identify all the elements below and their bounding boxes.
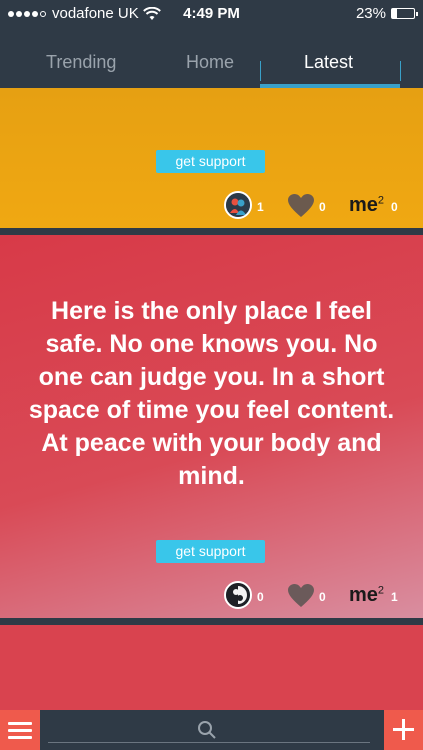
heart-count: 0	[319, 200, 326, 214]
post-feed[interactable]: get support 1 0 me2 0 Here is the only p…	[0, 88, 423, 710]
me2-label: me	[349, 194, 378, 216]
menu-button[interactable]	[0, 710, 40, 750]
post-actions: 0 0 me2 1	[0, 581, 423, 611]
heart-count: 0	[319, 590, 326, 604]
post-actions: 1 0 me2 0	[0, 191, 423, 221]
battery-icon	[391, 8, 418, 19]
battery-percentage: 23%	[355, 5, 386, 22]
avatar-count: 0	[257, 590, 264, 604]
tab-latest[interactable]: Latest	[304, 52, 353, 73]
status-bar: vodafone UK 4:49 PM 23%	[0, 0, 423, 28]
avatar-icon	[226, 193, 250, 217]
tab-trending[interactable]: Trending	[46, 52, 116, 73]
me2-label: me	[349, 584, 378, 606]
tab-bar: Trending Home Latest	[0, 28, 423, 88]
post-text: Here is the only place I feel safe. No o…	[28, 297, 395, 490]
avatar-icon	[226, 583, 250, 607]
post-card	[0, 625, 423, 710]
get-support-button[interactable]: get support	[156, 540, 265, 563]
avatar[interactable]	[224, 581, 252, 609]
me2-superscript: 2	[377, 584, 385, 597]
tab-divider	[260, 61, 261, 81]
heart-icon[interactable]	[287, 193, 315, 219]
avatar-count: 1	[257, 200, 264, 214]
search-icon[interactable]	[197, 720, 217, 740]
avatar[interactable]	[224, 191, 252, 219]
post-card: Here is the only place I feel safe. No o…	[0, 235, 423, 618]
bottom-bar	[0, 710, 423, 750]
me2-button[interactable]: me2	[349, 194, 384, 217]
me2-count: 0	[391, 200, 398, 214]
battery-fill	[392, 9, 398, 18]
add-post-button[interactable]	[384, 710, 423, 750]
get-support-button[interactable]: get support	[156, 150, 265, 173]
status-right: 23%	[355, 5, 418, 22]
me2-button[interactable]: me2	[349, 584, 384, 607]
me2-superscript: 2	[377, 194, 385, 207]
post-card: get support 1 0 me2 0	[0, 88, 423, 228]
heart-icon[interactable]	[287, 583, 315, 609]
tab-home[interactable]: Home	[186, 52, 234, 73]
me2-count: 1	[391, 590, 398, 604]
tab-divider	[400, 61, 401, 81]
search-field-underline[interactable]	[48, 742, 370, 743]
